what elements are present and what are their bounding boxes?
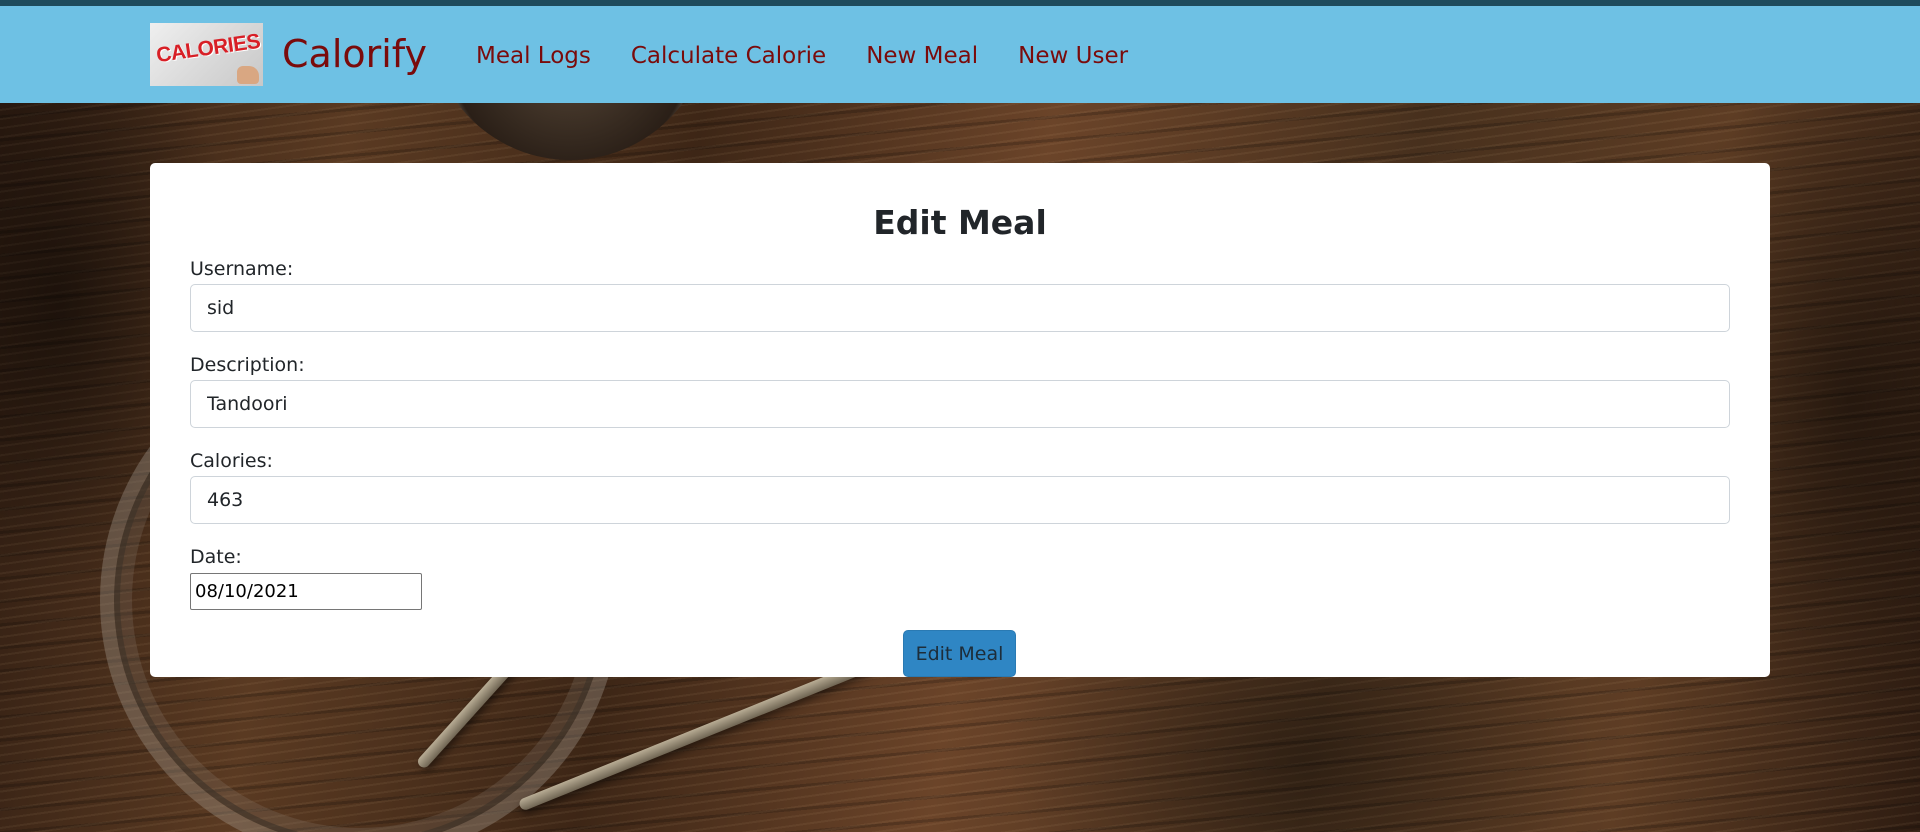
brand-logo[interactable]: CALORIES xyxy=(150,23,263,86)
nav-link-new-meal[interactable]: New Meal xyxy=(866,43,978,69)
username-label: Username: xyxy=(190,258,294,280)
description-input[interactable] xyxy=(190,380,1730,428)
nav-link-new-user[interactable]: New User xyxy=(1018,43,1128,69)
hand-icon xyxy=(237,66,259,84)
brand-name[interactable]: Calorify xyxy=(282,32,427,76)
navbar: CALORIES Calorify Meal Logs Calculate Ca… xyxy=(0,6,1920,103)
form-title: Edit Meal xyxy=(873,203,1047,242)
date-picker-input[interactable] xyxy=(190,573,422,610)
nav-links: Meal Logs Calculate Calorie New Meal New… xyxy=(476,43,1168,69)
description-label: Description: xyxy=(190,354,305,376)
edit-meal-form: Edit Meal Username: Description: Calorie… xyxy=(150,163,1770,677)
calories-input[interactable] xyxy=(190,476,1730,524)
nav-link-meal-logs[interactable]: Meal Logs xyxy=(476,43,591,69)
date-label: Date: xyxy=(190,546,242,568)
calories-label: Calories: xyxy=(190,450,273,472)
edit-meal-button[interactable]: Edit Meal xyxy=(903,630,1016,677)
username-input[interactable] xyxy=(190,284,1730,332)
logo-text: CALORIES xyxy=(154,29,262,68)
nav-link-calculate-calorie[interactable]: Calculate Calorie xyxy=(631,43,826,69)
